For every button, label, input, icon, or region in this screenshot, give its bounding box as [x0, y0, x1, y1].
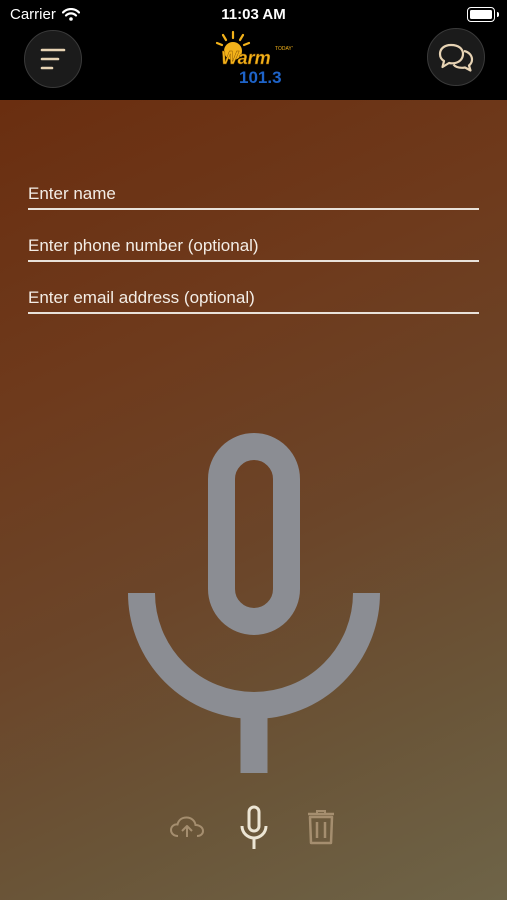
- chat-button[interactable]: [427, 28, 485, 86]
- station-logo: TODAY'S Warm 101.3: [215, 30, 293, 87]
- email-field-container: [28, 282, 479, 314]
- upload-button[interactable]: [168, 812, 206, 842]
- recording-toolbar: [0, 800, 507, 860]
- svg-text:101.3: 101.3: [239, 68, 282, 87]
- svg-text:Warm: Warm: [221, 48, 271, 68]
- name-input[interactable]: [28, 182, 479, 206]
- status-time: 11:03 AM: [221, 6, 286, 23]
- delete-button[interactable]: [305, 808, 337, 846]
- name-field-container: [28, 178, 479, 210]
- cloud-upload-icon: [169, 816, 205, 837]
- microphone-small-icon: [240, 805, 268, 849]
- phone-input[interactable]: [28, 234, 479, 258]
- microphone-icon[interactable]: [128, 433, 380, 773]
- chat-icon: [438, 43, 474, 72]
- battery-icon: [467, 7, 499, 22]
- menu-button[interactable]: [24, 30, 82, 88]
- nav-bar: TODAY'S Warm 101.3: [0, 28, 507, 100]
- phone-field-container: [28, 230, 479, 262]
- status-bar: Carrier 11:03 AM: [0, 0, 507, 30]
- svg-text:TODAY'S: TODAY'S: [275, 46, 293, 52]
- record-button[interactable]: [236, 802, 272, 854]
- email-input[interactable]: [28, 286, 479, 310]
- menu-icon: [40, 48, 66, 70]
- recording-panel: [0, 100, 507, 900]
- trash-icon: [308, 810, 334, 845]
